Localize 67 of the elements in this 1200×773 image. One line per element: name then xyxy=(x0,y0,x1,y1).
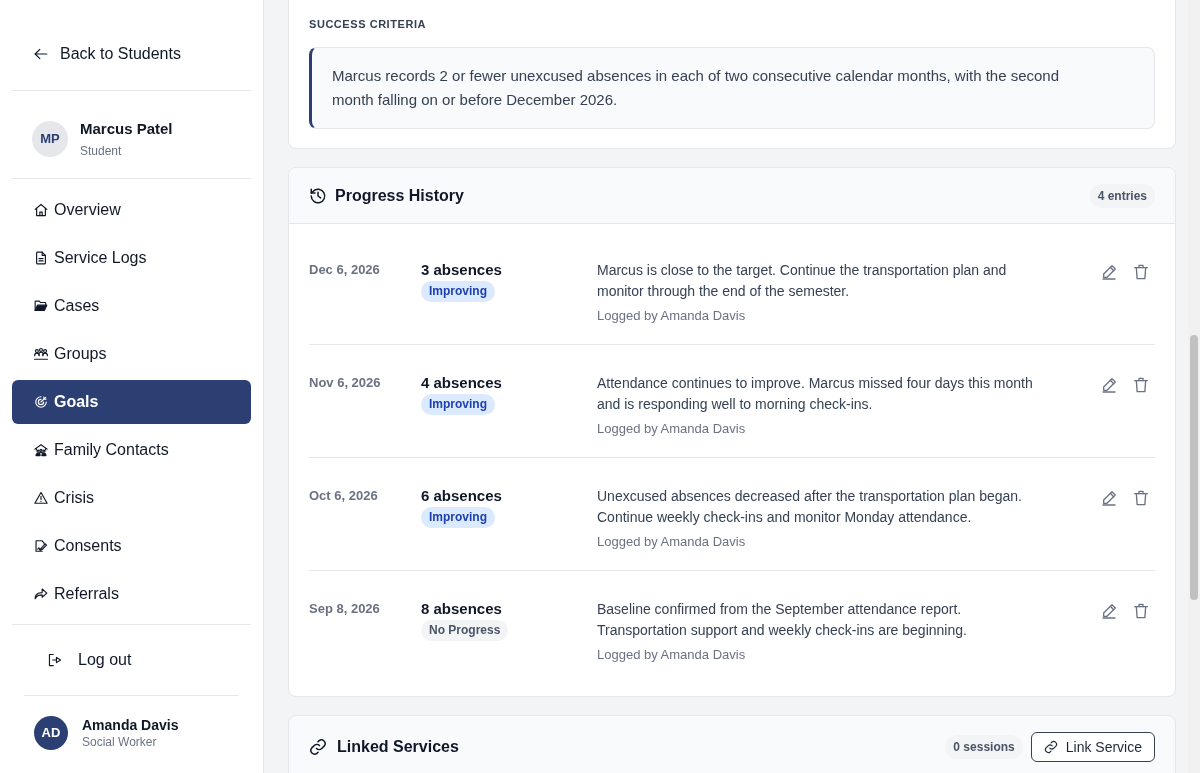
entry-value: 8 absences xyxy=(421,599,502,619)
nav-item[interactable]: Overview xyxy=(12,188,251,232)
nav-item[interactable]: Consents xyxy=(12,524,251,568)
trash-icon xyxy=(1133,603,1149,619)
logged-by: Logged by Amanda Davis xyxy=(597,420,746,438)
section-heading: SUCCESS CRITERIA xyxy=(309,17,427,31)
logout-link[interactable]: Log out xyxy=(48,648,132,672)
student-role: Student xyxy=(80,143,122,159)
entry-note: Marcus is close to the target. Continue the transportation plan and monitor through the end of the semester. xyxy=(597,261,1008,301)
student-avatar: MP xyxy=(32,121,68,157)
nav-item[interactable]: Cases xyxy=(12,284,251,328)
link-service-button[interactable]: Link Service xyxy=(1030,732,1155,762)
pencil-icon xyxy=(1101,603,1117,619)
entry-note: Baseline confirmed from the September attendance report. Transportation support and weekly check-ins are beginning. xyxy=(597,600,968,640)
link-icon xyxy=(309,738,327,756)
student-name: Marcus Patel xyxy=(80,119,173,139)
user-role: Social Worker xyxy=(82,734,157,750)
link-icon xyxy=(1043,740,1058,754)
status-tag: Improving xyxy=(421,281,495,302)
card-title: Linked Services xyxy=(337,737,459,757)
logged-by: Logged by Amanda Davis xyxy=(597,307,746,325)
folder-icon xyxy=(34,299,48,313)
criteria-text: Marcus records 2 or fewer unexcused absences in each of two consecutive calendar months, with the second month falling on or before December 2026. xyxy=(309,47,1155,129)
pencil-icon xyxy=(1101,377,1117,393)
history-icon xyxy=(309,186,327,205)
entry-value: 6 absences xyxy=(421,486,502,506)
forward-arrow-icon xyxy=(34,587,48,601)
pencil-icon xyxy=(1101,264,1117,280)
trash-icon xyxy=(1133,377,1149,393)
target-icon xyxy=(34,395,48,409)
warning-icon xyxy=(34,491,48,505)
entry-date: Oct 6, 2026 xyxy=(309,487,378,505)
entry-date: Nov 6, 2026 xyxy=(309,374,381,392)
entry-value: 3 absences xyxy=(421,260,502,280)
house-people-icon xyxy=(34,443,48,457)
logged-by: Logged by Amanda Davis xyxy=(597,646,746,664)
nav-item[interactable]: Service Logs xyxy=(12,236,251,280)
user-name: Amanda Davis xyxy=(82,716,179,734)
entry-date: Sep 8, 2026 xyxy=(309,600,380,618)
nav-item[interactable]: Groups xyxy=(12,332,251,376)
entry-count: 4 entries xyxy=(1089,183,1155,208)
nav-item[interactable]: Family Contacts xyxy=(12,428,251,472)
document-pen-icon xyxy=(34,539,48,553)
home-icon xyxy=(34,203,48,217)
status-tag: Improving xyxy=(421,394,495,415)
user-avatar: AD xyxy=(34,716,68,750)
status-tag: Improving xyxy=(421,507,495,528)
nav-item[interactable]: Referrals xyxy=(12,572,251,616)
logged-by: Logged by Amanda Davis xyxy=(597,533,746,551)
entry-note: Attendance continues to improve. Marcus missed four days this month and is responding well to morning check-ins. xyxy=(597,374,1034,414)
logout-icon xyxy=(48,653,62,667)
trash-icon xyxy=(1133,490,1149,506)
status-tag: No Progress xyxy=(421,620,509,641)
arrow-left-icon xyxy=(34,47,48,61)
pencil-icon xyxy=(1101,490,1117,506)
card-title: Progress History xyxy=(335,185,464,206)
users-icon xyxy=(34,347,48,361)
entry-date: Dec 6, 2026 xyxy=(309,261,380,279)
nav-item[interactable]: Goals xyxy=(12,380,251,424)
back-link[interactable]: Back to Students xyxy=(34,42,181,66)
session-count: 0 sessions xyxy=(945,735,1023,759)
entry-value: 4 absences xyxy=(421,373,502,393)
scrollbar-thumb[interactable] xyxy=(1190,335,1198,600)
nav-item[interactable]: Crisis xyxy=(12,476,251,520)
document-icon xyxy=(34,251,48,265)
entry-note: Unexcused absences decreased after the transportation plan began. Continue weekly check-ins and monitor Monday attendance. xyxy=(597,487,1023,527)
trash-icon xyxy=(1133,264,1149,280)
